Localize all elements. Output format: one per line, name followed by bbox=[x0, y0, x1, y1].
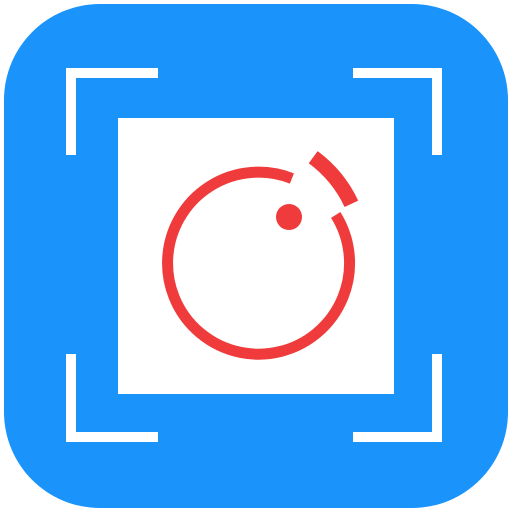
app-icon-graphic bbox=[66, 68, 442, 442]
app-icon[interactable] bbox=[4, 4, 508, 508]
lens-dot-icon bbox=[276, 204, 302, 230]
canvas bbox=[0, 0, 512, 512]
